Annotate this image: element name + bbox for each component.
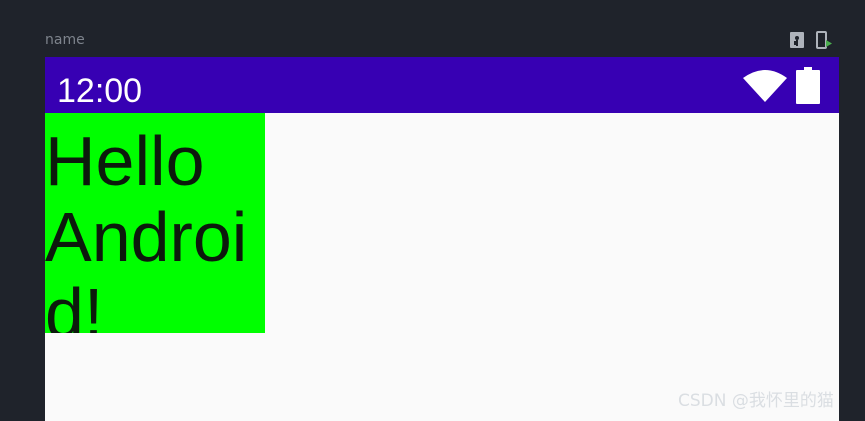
preview-header: name	[0, 0, 865, 57]
hello-text-view: Hello Android!	[45, 113, 265, 333]
deploy-to-device-icon	[816, 31, 832, 49]
device-interactive-icon	[790, 32, 804, 48]
deploy-to-device-button[interactable]	[815, 31, 833, 49]
preview-name-label: name	[45, 32, 85, 48]
status-bar: 12:00	[45, 57, 839, 113]
csdn-watermark: CSDN @我怀里的猫	[678, 391, 834, 411]
device-interactive-button[interactable]	[788, 31, 806, 49]
status-time: 12:00	[57, 72, 143, 110]
hello-text: Hello Android!	[45, 122, 248, 333]
wifi-icon	[743, 70, 787, 102]
battery-icon	[796, 67, 820, 104]
device-screen: 12:00 Hello Android!	[45, 57, 839, 421]
